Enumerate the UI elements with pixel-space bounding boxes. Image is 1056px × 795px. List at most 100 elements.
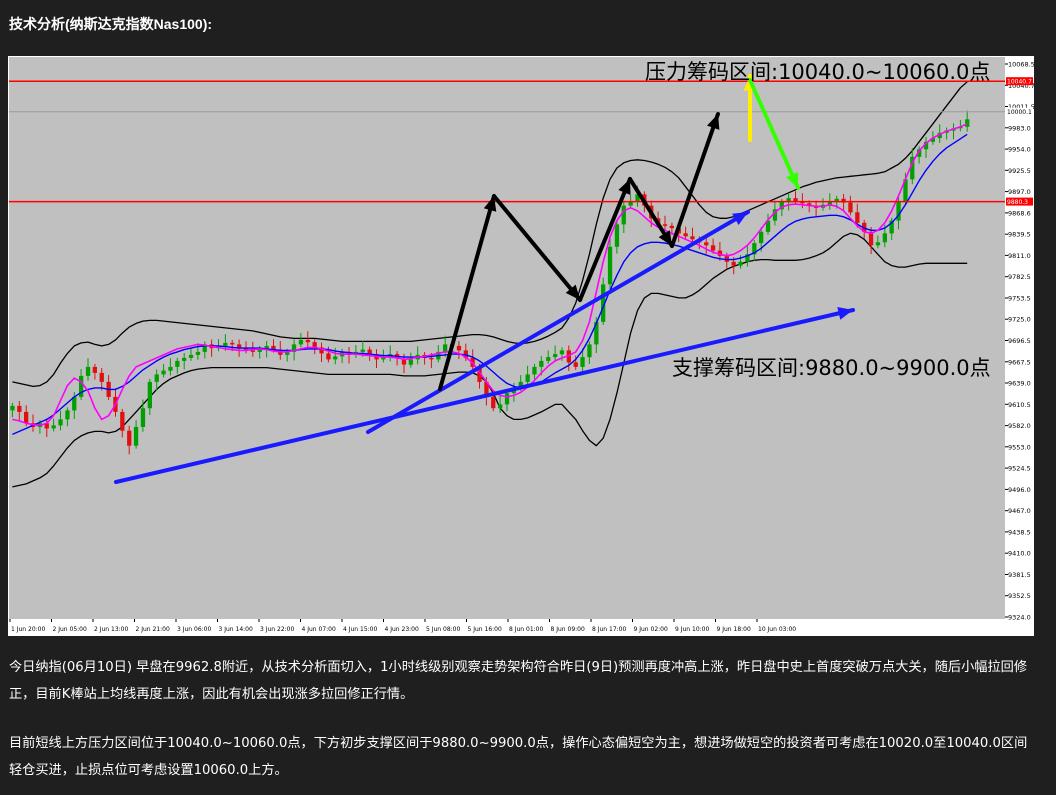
candle-body: [17, 405, 22, 412]
candle-body: [298, 339, 304, 345]
candle-body: [99, 372, 104, 382]
candle-body: [875, 242, 881, 246]
y-tick-label: 9696.5: [1008, 337, 1031, 345]
candle-body: [704, 242, 709, 246]
y-tick-label: 9639.0: [1008, 380, 1031, 388]
candle-body: [429, 357, 434, 360]
candle-body: [621, 205, 626, 225]
candle-body: [85, 366, 91, 376]
y-tick-label: 9524.5: [1008, 465, 1031, 473]
x-tick-label: 3 Jun 06:00: [177, 626, 211, 633]
candle-body: [195, 351, 201, 355]
candle-body: [587, 344, 592, 358]
x-tick-label: 3 Jun 22:00: [260, 626, 294, 633]
y-tick-label: 9610.5: [1008, 401, 1031, 409]
candle-body: [559, 350, 565, 355]
candle-body: [133, 426, 139, 446]
candle-body: [92, 366, 97, 373]
candle-body: [882, 233, 887, 243]
candle-body: [690, 236, 695, 240]
price-axis-resistance-label: 10040.7: [1007, 79, 1032, 86]
x-tick-label: 5 Jun 08:00: [426, 626, 460, 633]
candle-body: [848, 202, 853, 213]
price-axis-support-label: 9880.3: [1007, 199, 1028, 206]
candle-body: [731, 261, 736, 266]
x-tick-label: 2 Jun 21:00: [136, 626, 170, 633]
x-tick-label: 8 Jun 09:00: [551, 626, 585, 633]
chart-svg: 10068.510040.710011.59983.09954.09925.59…: [8, 56, 1035, 636]
analysis-paragraph-1: 今日纳指(06月10日) 早盘在9962.8附近，从技术分析面切入，1小时线级别…: [9, 660, 1028, 702]
candle-body: [51, 425, 56, 429]
candle-body: [188, 354, 194, 358]
candle-body: [140, 408, 146, 427]
candle-body: [491, 396, 496, 409]
analysis-paragraph-2: 目前短线上方压力区间位于10040.0~10060.0点，下方初步支撑区间于98…: [9, 736, 1028, 778]
y-tick-label: 9925.5: [1008, 167, 1031, 175]
y-tick-label: 9725.0: [1008, 316, 1031, 324]
y-tick-label: 9753.5: [1008, 295, 1031, 303]
resistance-annotation: 压力筹码区间:10040.0~10060.0点: [645, 60, 990, 84]
candle-body: [738, 261, 743, 266]
candle-body: [553, 354, 558, 358]
y-tick-label: 9667.5: [1008, 358, 1031, 366]
x-tick-label: 2 Jun 13:00: [94, 626, 128, 633]
x-tick-label: 3 Jun 14:00: [219, 626, 253, 633]
y-tick-label: 9324.0: [1008, 614, 1031, 622]
candle-body: [965, 119, 970, 127]
y-tick-label: 9438.5: [1008, 528, 1031, 536]
candle-body: [120, 411, 125, 431]
candle-body: [250, 350, 255, 352]
y-tick-label: 10068.5: [1008, 61, 1034, 69]
x-tick-label: 4 Jun 15:00: [343, 626, 377, 633]
candle-body: [580, 357, 585, 367]
candle-body: [498, 404, 503, 409]
x-tick-label: 10 Jun 03:00: [758, 626, 796, 633]
candlestick-chart: 10068.5 10040.7 10011.5 9983.0 9954.0 9925.5 9…: [8, 56, 1035, 636]
y-tick-label: 9983.0: [1008, 124, 1031, 132]
y-tick-label: 9381.5: [1008, 571, 1031, 579]
candle-body: [628, 201, 633, 206]
candle-body: [456, 345, 462, 351]
candle-body: [326, 353, 331, 360]
x-tick-label: 4 Jun 23:00: [385, 626, 419, 633]
candle-body: [360, 349, 365, 352]
candle-body: [223, 342, 228, 346]
x-tick-label: 1 Jun 20:00: [11, 626, 45, 633]
y-tick-label: 9582.0: [1008, 422, 1031, 430]
candle-body: [305, 339, 310, 343]
article-heading: 技术分析(纳斯达克指数Nas100):: [9, 16, 213, 32]
candle-body: [573, 362, 578, 367]
y-tick-label: 9352.5: [1008, 592, 1031, 600]
candle-body: [614, 224, 620, 247]
candle-body: [147, 381, 152, 409]
x-tick-label: 5 Jun 16:00: [468, 626, 502, 633]
support-annotation: 支撑筹码区间:9880.0~9900.0点: [672, 356, 991, 380]
candle-body: [683, 233, 688, 237]
candle-body: [855, 212, 860, 223]
candle-body: [525, 374, 530, 382]
y-tick-label: 9954.0: [1008, 146, 1031, 154]
y-tick-label: 9410.0: [1008, 550, 1031, 558]
candle-body: [443, 344, 448, 352]
x-tick-label: 9 Jun 10:00: [675, 626, 709, 633]
candle-body: [154, 374, 159, 382]
candle-body: [546, 357, 551, 361]
candle-body: [759, 231, 764, 244]
y-tick-label: 9467.0: [1008, 507, 1031, 515]
candle-body: [333, 356, 338, 360]
candle-body: [408, 359, 413, 365]
candle-body: [168, 366, 173, 371]
y-tick-label: 9868.6: [1008, 209, 1031, 217]
candle-body: [58, 419, 63, 426]
candle-body: [10, 405, 15, 411]
x-tick-label: 4 Jun 07:00: [302, 626, 336, 633]
x-tick-label: 9 Jun 02:00: [634, 626, 668, 633]
candle-body: [662, 224, 668, 226]
y-tick-label: 9496.0: [1008, 486, 1031, 494]
candle-body: [669, 225, 674, 229]
candle-body: [161, 370, 166, 375]
candle-body: [504, 393, 510, 405]
price-axis: [1005, 57, 1033, 635]
y-tick-label: 9811.0: [1008, 252, 1031, 260]
candle-body: [175, 360, 180, 367]
